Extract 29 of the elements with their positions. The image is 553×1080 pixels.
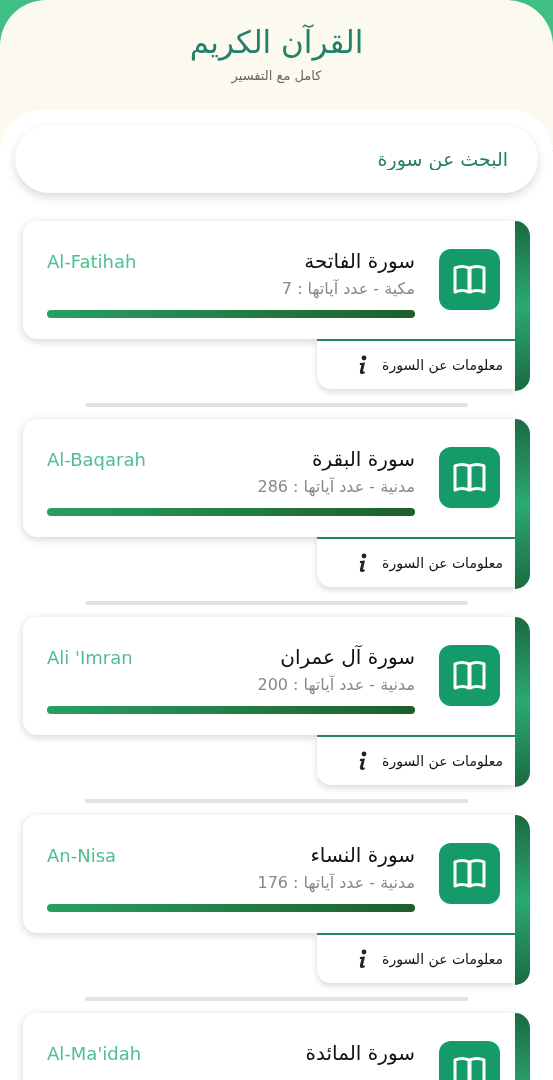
surah-details: مدنية - عدد آياتها : 286 [256,477,415,496]
info-icon [358,553,369,573]
surah-english-name: Al-Baqarah [47,448,146,470]
surah-info-button[interactable]: معلومات عن السورة [317,339,515,389]
surah-english-name: Al-Fatihah [47,250,137,272]
surah-details: مكية - عدد آياتها : 7 [280,279,415,298]
book-icon [439,249,500,310]
app-title: القرآن الكريم [189,24,364,60]
surah-name: سورة الفاتحة [304,249,415,273]
surah-info-button[interactable]: معلومات عن السورة [317,933,515,983]
info-icon [358,949,369,969]
surah-english-name: Al-Ma'idah [47,1042,142,1064]
surah-name: سورة البقرة [312,447,415,471]
app-subtitle: كامل مع التفسير [231,68,322,83]
book-icon [439,645,500,706]
info-icon [358,355,369,375]
surah-english-name: Ali 'Imran [47,646,133,668]
surah-english-name: An-Nisa [47,844,117,866]
surah-name: سورة آل عمران [280,645,415,669]
info-icon [358,751,369,771]
surah-details: مدنية - عدد آياتها : 176 [256,873,415,892]
surah-name: سورة النساء [310,843,415,867]
surah-name: سورة المائدة [305,1041,415,1065]
surah-details: مدنية - عدد آياتها : 200 [256,675,415,694]
surah-info-button[interactable]: معلومات عن السورة [317,537,515,587]
surah-info-button[interactable]: معلومات عن السورة [317,735,515,785]
search-field[interactable]: البحث عن سورة [15,125,538,193]
book-icon [439,447,500,508]
book-icon [439,843,500,904]
